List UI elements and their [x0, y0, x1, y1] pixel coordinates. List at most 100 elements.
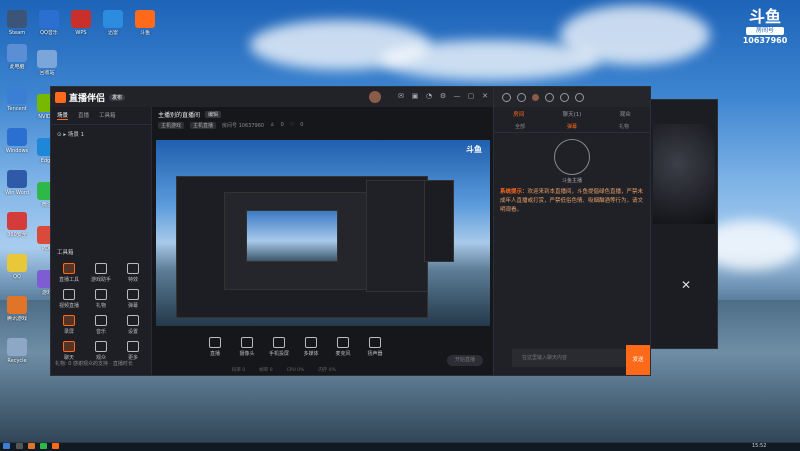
shirt-icon[interactable] — [545, 92, 554, 102]
desktop-shortcut[interactable]: Windows — [0, 128, 34, 154]
shortcut-label: 迅雷 — [107, 30, 118, 36]
camera-button[interactable]: 摄像头 — [234, 333, 260, 357]
chat-input[interactable]: 在这里输入聊天内容 — [512, 349, 632, 367]
desktop-shortcut[interactable]: Steam — [0, 10, 34, 36]
desktop-shortcut[interactable]: Win Word — [0, 170, 34, 196]
tool-button[interactable]: 录屏 — [55, 315, 83, 335]
category-tag[interactable]: 主机直播 — [190, 122, 217, 129]
tool-button[interactable]: 视频直播 — [55, 289, 83, 309]
room-number: 10637960 — [742, 36, 788, 45]
taskbar-clock: 15:52 — [752, 443, 767, 449]
desktop-shortcut[interactable]: 回收站 — [30, 50, 64, 76]
like-count: 0 — [300, 122, 304, 128]
minimize-icon[interactable]: — — [453, 92, 461, 100]
emoji-icon[interactable] — [575, 92, 584, 102]
desktop-shortcut[interactable]: 此电脑 — [0, 44, 34, 70]
category-tag[interactable]: 主机游戏 — [158, 122, 185, 129]
heart-icon: ♡ — [289, 122, 295, 128]
tool-button[interactable]: 游戏助手 — [87, 263, 115, 283]
tool-icon — [127, 263, 139, 274]
close-icon[interactable]: ✕ — [681, 278, 691, 292]
close-icon[interactable]: ✕ — [481, 92, 489, 100]
tool-button[interactable]: 特效 — [119, 263, 147, 283]
tab-live[interactable]: 直播 — [78, 111, 89, 120]
memory-status: 内存 0% — [318, 368, 336, 373]
tab-toolbox[interactable]: 工具箱 — [99, 111, 116, 120]
desktop-shortcut[interactable]: QQ音乐 — [32, 10, 66, 36]
tab-scene[interactable]: 场景 — [57, 111, 69, 120]
tool-icon — [127, 289, 139, 300]
source-toolbar: 直播 摄像头 手机投屏 多媒体 麦克风 扬声器 — [152, 333, 543, 363]
subtab-gifts[interactable]: 礼物 — [619, 123, 629, 130]
clock-icon[interactable] — [502, 92, 511, 102]
taskbar-app-icon[interactable] — [52, 443, 59, 449]
tool-icon — [63, 289, 75, 300]
system-message: 系统提示：欢迎来到本直播间，斗鱼提倡绿色直播，严禁未成年人直播或打赏，严禁低俗色… — [494, 184, 650, 219]
media-button[interactable]: 多媒体 — [298, 333, 324, 357]
shortcut-label: 此电脑 — [9, 64, 25, 70]
shortcut-label: QQ — [13, 274, 21, 280]
shortcut-label: Windows — [5, 148, 29, 154]
send-button[interactable]: 发送 — [626, 345, 650, 375]
desktop-shortcut[interactable]: WPS — [64, 10, 98, 36]
app-icon — [135, 10, 155, 28]
app-icon — [71, 10, 91, 28]
tool-button[interactable]: 设置 — [119, 315, 147, 335]
phone-cast-button[interactable]: 手机投屏 — [266, 333, 292, 357]
taskbar-app-icon[interactable] — [40, 443, 47, 449]
subtab-danmaku[interactable]: 弹幕 — [567, 123, 577, 130]
bell-icon[interactable]: ◔ — [425, 92, 433, 100]
screen-share-button[interactable]: 直播 — [202, 333, 228, 357]
tool-button[interactable]: 更多 — [119, 341, 147, 361]
tool-button[interactable]: 直播工具 — [55, 263, 83, 283]
desktop-shortcut[interactable]: Recycle — [0, 338, 34, 364]
tool-label: 视频直播 — [58, 303, 79, 309]
settings-icon[interactable]: ⚙ — [439, 92, 447, 100]
taskbar-app-icon[interactable] — [28, 443, 35, 449]
gift-icon[interactable] — [560, 92, 569, 102]
main-area: 主播别的直播间 编辑 主机游戏 主机直播 房间号 10637960 ♙ 0 ♡ 0 … — [152, 107, 493, 375]
tab-room[interactable]: 房间 — [513, 110, 524, 118]
edit-title-button[interactable]: 编辑 — [205, 111, 222, 118]
speaker-button[interactable]: 扬声器 — [362, 333, 388, 357]
tool-button[interactable]: 音乐 — [87, 315, 115, 335]
tool-button[interactable]: 礼物 — [87, 289, 115, 309]
tab-chat[interactable]: 聊天(1) — [563, 110, 582, 118]
tab-audience[interactable]: 观众 — [620, 110, 631, 118]
app-icon — [7, 296, 27, 314]
app-icon — [7, 10, 27, 28]
left-tabs: 场景 直播 工具箱 — [51, 107, 151, 125]
avatar[interactable] — [532, 93, 539, 101]
tool-button[interactable]: 弹幕 — [119, 289, 147, 309]
maximize-icon[interactable]: ▢ — [467, 92, 475, 100]
desktop-shortcut[interactable]: QQ — [0, 254, 34, 280]
desktop-shortcut[interactable]: Tencent — [0, 86, 34, 112]
tool-label: 直播工具 — [58, 277, 79, 283]
desktop-shortcut[interactable]: 斗鱼 — [128, 10, 162, 36]
app-icon — [39, 10, 59, 28]
room-id-text: 房间号 10637960 — [222, 123, 265, 129]
tool-button[interactable]: 聊天 — [55, 341, 83, 361]
desktop-shortcut[interactable]: 腾讯游戏 — [0, 296, 34, 322]
scene-item[interactable]: ⊙ ▸ 场景 1 — [51, 125, 151, 143]
tool-icon — [63, 341, 75, 352]
gift-icon[interactable]: ▣ — [411, 92, 419, 100]
tool-icon — [95, 315, 107, 326]
version-badge[interactable]: 发布 — [109, 93, 126, 101]
tool-button[interactable]: 观众 — [87, 341, 115, 361]
avatar[interactable] — [369, 91, 381, 103]
mail-icon[interactable]: ✉ — [397, 92, 405, 100]
subtab-all[interactable]: 全部 — [515, 123, 525, 130]
stream-preview[interactable]: 斗鱼 — [156, 140, 490, 326]
shortcut-label: WPS — [75, 30, 87, 36]
viewer-icon: ♙ — [270, 122, 275, 128]
live-companion-window: 直播伴侣 发布 ✉ ▣ ◔ ⚙ — ▢ ✕ 场景 直播 工具箱 ⊙ ▸ 场景 1… — [50, 86, 494, 376]
start-icon[interactable] — [3, 443, 10, 449]
search-icon[interactable] — [16, 443, 23, 449]
settings-icon[interactable] — [517, 92, 526, 102]
shortcut-label: 360安全 — [7, 232, 27, 238]
desktop-shortcut[interactable]: 迅雷 — [96, 10, 130, 36]
shortcut-label: Tencent — [7, 106, 27, 112]
microphone-button[interactable]: 麦克风 — [330, 333, 356, 357]
desktop-shortcut[interactable]: 360安全 — [0, 212, 34, 238]
